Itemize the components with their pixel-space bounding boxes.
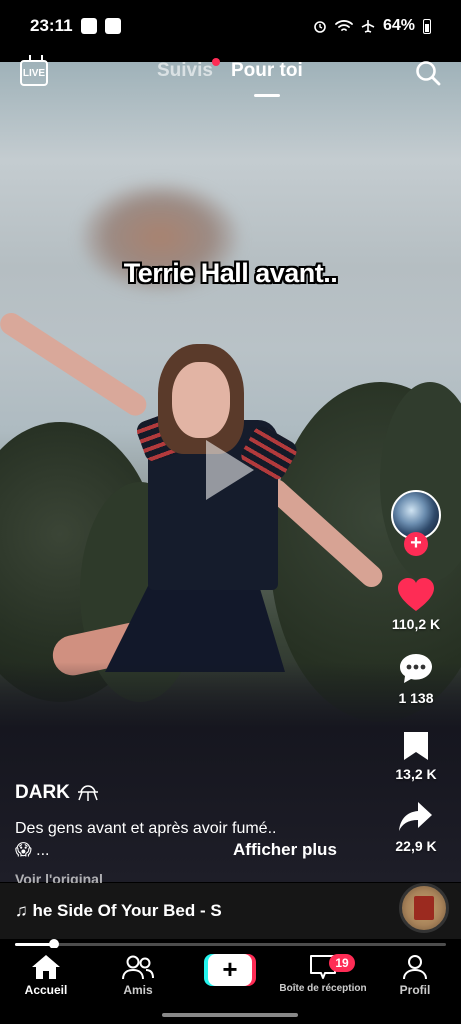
airplane-icon	[361, 20, 375, 33]
status-left: 23:11	[30, 16, 121, 36]
nav-friends[interactable]: Amis	[93, 954, 183, 997]
battery-icon	[423, 18, 431, 34]
comment-count: 1 138	[398, 690, 434, 706]
save-count: 13,2 K	[395, 766, 437, 782]
live-icon[interactable]: LIVE	[20, 60, 48, 86]
video-overlay-caption: Terrie Hall avant..	[123, 258, 338, 288]
search-icon[interactable]	[415, 60, 441, 86]
follow-button[interactable]: +	[404, 532, 428, 556]
profile-icon	[403, 955, 427, 980]
comment-button[interactable]: 1 138	[381, 652, 451, 706]
figure-arm	[0, 308, 151, 420]
battery-percent: 64%	[382, 17, 415, 34]
active-tab-indicator	[254, 94, 280, 97]
nav-inbox[interactable]: 19 Boîte de réception	[278, 954, 368, 994]
inbox-badge: 19	[329, 954, 355, 972]
gallery-icon	[104, 18, 121, 34]
alarm-icon	[314, 21, 326, 33]
live-label: LIVE	[22, 67, 46, 79]
nav-profile[interactable]: Profil	[370, 954, 460, 997]
show-more-link[interactable]: Afficher plus	[233, 840, 337, 860]
share-icon	[399, 802, 432, 831]
notification-icon	[80, 18, 97, 34]
status-right: 64%	[313, 17, 431, 35]
like-button[interactable]: 110,2 K	[381, 578, 451, 632]
sound-disc[interactable]	[399, 883, 449, 933]
sound-bar[interactable]: ♫ he Side Of Your Bed - S	[0, 883, 461, 939]
creator-avatar-wrap[interactable]: +	[391, 490, 441, 560]
status-time: 23:11	[30, 16, 73, 35]
disc-artwork	[414, 896, 434, 920]
save-button[interactable]: 13,2 K	[381, 730, 451, 782]
nav-label: Profil	[399, 983, 431, 997]
status-bar: 23:11 64%	[0, 0, 461, 52]
wifi-icon	[335, 20, 353, 31]
share-button[interactable]: 22,9 K	[381, 800, 451, 854]
plus-icon: +	[208, 954, 252, 986]
like-count: 110,2 K	[391, 616, 441, 632]
top-nav: LIVE Suivis Pour toi	[0, 56, 461, 100]
heart-icon	[398, 578, 434, 611]
home-icon	[32, 955, 60, 979]
video-progress-bar[interactable]	[15, 939, 446, 949]
tab-for-you[interactable]: Pour toi	[231, 60, 303, 82]
nav-home[interactable]: Accueil	[1, 954, 91, 997]
description-line: Des gens avant et après avoir fumé..	[15, 820, 277, 837]
progress-fill	[15, 943, 54, 946]
figure-face	[172, 362, 230, 438]
play-icon[interactable]	[206, 440, 254, 500]
nav-label: Boîte de réception	[279, 983, 367, 994]
friends-icon	[122, 955, 154, 980]
nav-label: Amis	[123, 983, 153, 997]
create-button[interactable]: +	[204, 954, 256, 986]
author-label: DARK	[15, 782, 70, 803]
sound-title: ♫ he Side Of Your Bed - S	[15, 901, 222, 920]
author-name[interactable]: DARK	[15, 782, 100, 804]
bookmark-icon	[404, 732, 428, 760]
comment-icon	[400, 654, 432, 683]
new-content-dot	[212, 58, 220, 66]
share-count: 22,9 K	[395, 838, 437, 854]
nav-label: Accueil	[24, 983, 68, 997]
tab-following[interactable]: Suivis	[157, 60, 213, 82]
ufo-icon	[77, 785, 98, 801]
system-home-indicator[interactable]	[162, 1013, 298, 1017]
